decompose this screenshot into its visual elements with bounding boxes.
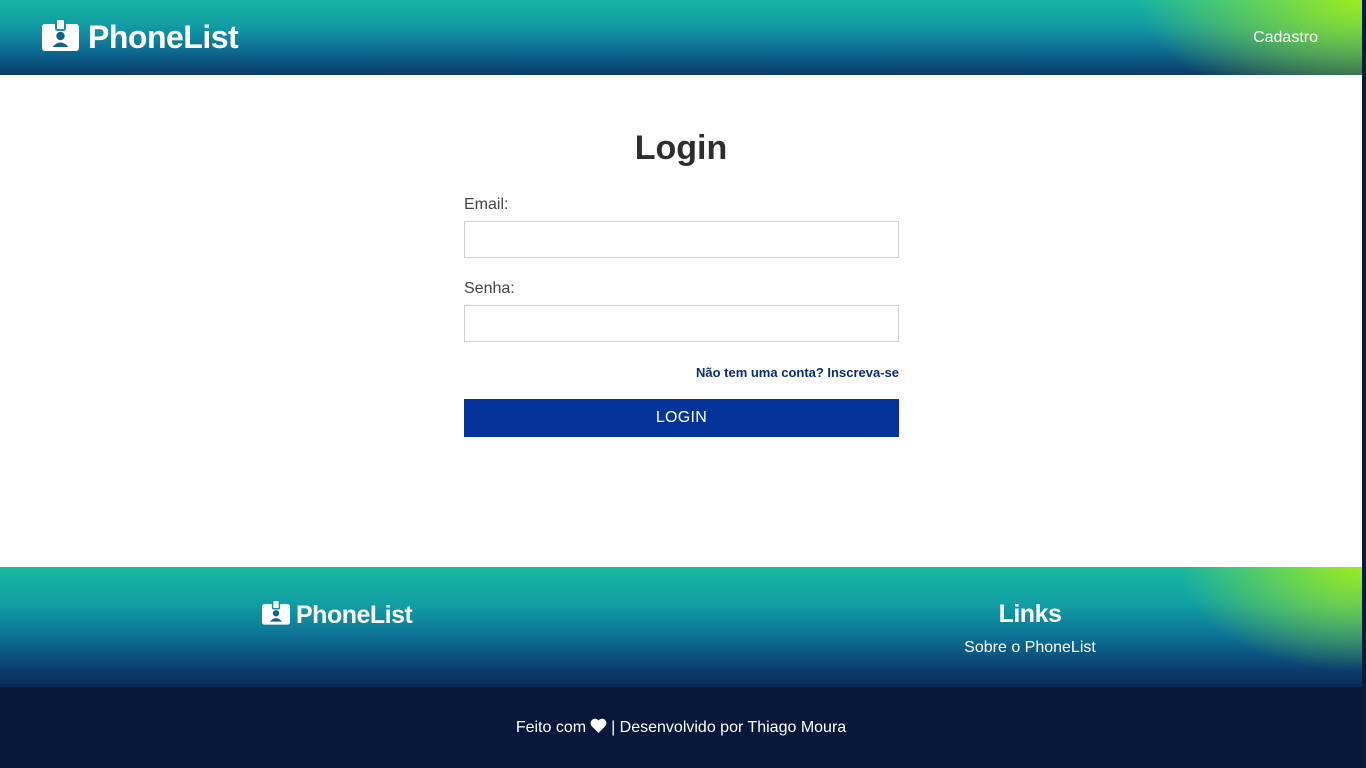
- password-label: Senha:: [464, 280, 515, 297]
- footer-brand-name: PhoneList: [296, 600, 413, 629]
- password-field[interactable]: [464, 305, 899, 342]
- footer-links-title: Links: [998, 600, 1062, 628]
- email-field[interactable]: [464, 221, 899, 258]
- login-button[interactable]: LOGIN: [464, 399, 899, 437]
- footer-links: Links Sobre o PhoneList: [930, 600, 1130, 657]
- login-form: Email: Senha: Não tem uma conta? Inscrev…: [464, 195, 899, 437]
- id-badge-icon: [42, 18, 79, 56]
- heart-icon: [590, 718, 607, 738]
- footer-link-sobre[interactable]: Sobre o PhoneList: [930, 639, 1130, 657]
- footer-brand: PhoneList: [262, 599, 413, 630]
- credit-prefix: Feito com: [515, 718, 587, 736]
- email-label: Email:: [464, 196, 509, 213]
- credits-bar: Feito com | Desenvolvido por Thiago Mour…: [0, 687, 1362, 768]
- brand-name: PhoneList: [88, 19, 239, 55]
- credit-suffix: | Desenvolvido por Thiago Moura: [611, 718, 847, 736]
- id-badge-icon: [262, 599, 290, 630]
- login-section: Login Email: Senha: Não tem uma conta? I…: [0, 75, 1362, 567]
- top-navbar: PhoneList Cadastro: [0, 0, 1362, 75]
- signup-link[interactable]: Não tem uma conta? Inscreva-se: [696, 365, 899, 380]
- page-title: Login: [634, 129, 728, 167]
- footer: PhoneList Links Sobre o PhoneList: [0, 567, 1362, 687]
- brand-link[interactable]: PhoneList: [42, 18, 239, 56]
- window-edge: [1362, 0, 1366, 768]
- nav-link-cadastro[interactable]: Cadastro: [1253, 29, 1318, 47]
